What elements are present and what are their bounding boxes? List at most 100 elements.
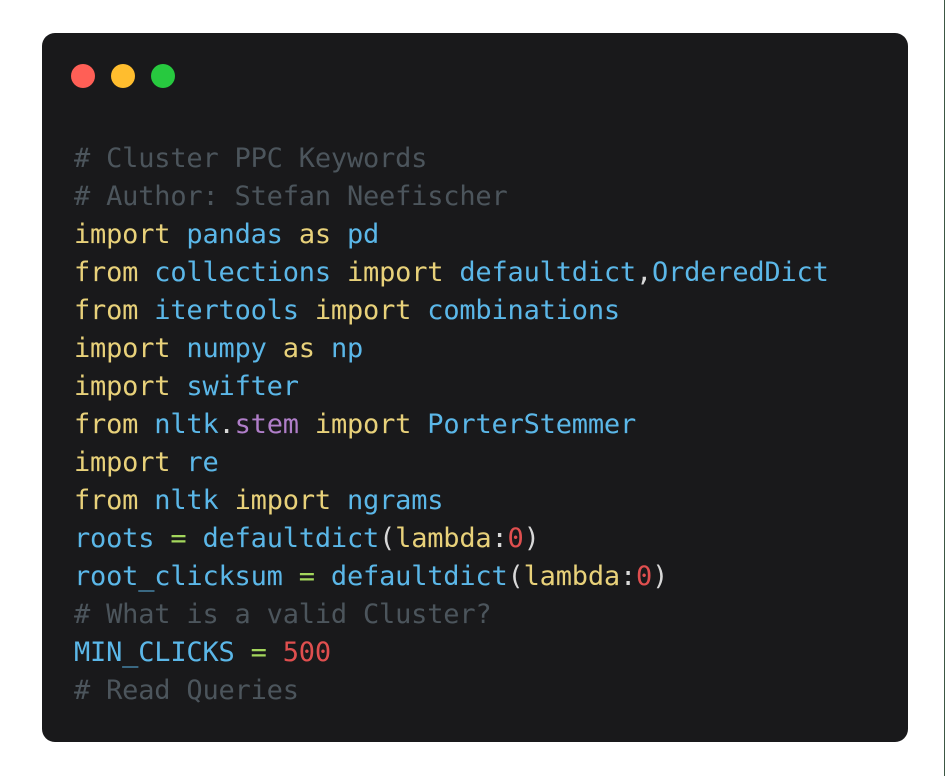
code-token-mod: OrderedDict bbox=[652, 257, 829, 288]
code-token-pun bbox=[331, 485, 347, 516]
code-token-kw: from bbox=[74, 295, 139, 326]
code-token-pun bbox=[331, 219, 347, 250]
code-token-op: = bbox=[170, 523, 187, 554]
code-token-mod: numpy bbox=[186, 333, 267, 364]
code-token-kw: as bbox=[282, 333, 315, 364]
code-token-num: 0 bbox=[636, 561, 653, 592]
code-token-kw: lambda bbox=[523, 561, 621, 592]
code-token-kw: import bbox=[234, 485, 332, 516]
code-token-pun bbox=[299, 295, 315, 326]
code-line: from nltk.stem import PorterStemmer bbox=[74, 406, 900, 444]
code-token-kw: from bbox=[74, 485, 139, 516]
close-window-dot[interactable] bbox=[71, 64, 95, 88]
code-snippet-card: # Cluster PPC Keywords # Author: Stefan N… bbox=[42, 33, 908, 742]
right-edge-rule bbox=[944, 0, 945, 776]
code-token-pun bbox=[138, 257, 154, 288]
code-token-pun: ) bbox=[523, 523, 540, 554]
code-token-kw: import bbox=[314, 409, 412, 440]
code-token-op: = bbox=[298, 561, 315, 592]
code-token-mod: re bbox=[186, 447, 219, 478]
code-token-com: # Read Queries bbox=[74, 675, 299, 706]
code-token-mod: collections bbox=[154, 257, 331, 288]
code-token-pun bbox=[170, 219, 186, 250]
code-line: roots = defaultdict(lambda:0) bbox=[74, 520, 900, 558]
code-token-kw: from bbox=[74, 257, 139, 288]
code-line: MIN_CLICKS = 500 bbox=[74, 634, 900, 672]
code-token-pun: ( bbox=[379, 523, 396, 554]
code-line: import pandas as pd bbox=[74, 216, 900, 254]
code-line: from nltk import ngrams bbox=[74, 482, 900, 520]
code-token-com: # Author: Stefan Neefischer bbox=[74, 181, 508, 212]
code-token-pun bbox=[170, 447, 186, 478]
code-token-pun bbox=[138, 409, 154, 440]
code-token-mod: np bbox=[330, 333, 364, 364]
code-token-kw: import bbox=[74, 447, 171, 478]
code-line: from itertools import combinations bbox=[74, 292, 900, 330]
code-token-num: 500 bbox=[282, 637, 331, 668]
code-token-pun bbox=[154, 523, 170, 554]
code-token-num: 0 bbox=[507, 523, 524, 554]
code-token-pun bbox=[170, 371, 186, 402]
code-token-pun bbox=[283, 219, 299, 250]
code-line: # Cluster PPC Keywords bbox=[74, 140, 900, 178]
code-token-kw: import bbox=[74, 333, 171, 364]
code-token-pun: : bbox=[491, 523, 508, 554]
code-line: from collections import defaultdict,Orde… bbox=[74, 254, 900, 292]
code-token-mod: pd bbox=[347, 219, 380, 250]
code-token-pun: . bbox=[218, 409, 235, 440]
code-token-kw: lambda bbox=[395, 523, 492, 554]
code-token-com: # Cluster PPC Keywords bbox=[74, 143, 428, 174]
window-controls bbox=[71, 64, 175, 88]
code-token-pun bbox=[219, 485, 235, 516]
code-token-kw: import bbox=[346, 257, 444, 288]
code-token-pun bbox=[235, 637, 251, 668]
code-token-mod: itertools bbox=[154, 295, 299, 326]
code-token-pun bbox=[331, 257, 347, 288]
code-line: import re bbox=[74, 444, 900, 482]
code-token-kw: import bbox=[74, 219, 171, 250]
code-line: # What is a valid Cluster? bbox=[74, 596, 900, 634]
code-token-mod: nltk bbox=[154, 409, 219, 440]
code-token-pun bbox=[443, 257, 459, 288]
code-block: # Cluster PPC Keywords # Author: Stefan N… bbox=[74, 140, 900, 710]
code-token-pun bbox=[186, 523, 202, 554]
code-token-mod: PorterStemmer bbox=[427, 409, 637, 440]
code-token-mod: defaultdict bbox=[459, 257, 636, 288]
code-token-pun bbox=[315, 561, 331, 592]
minimize-window-dot[interactable] bbox=[111, 64, 135, 88]
code-token-pun bbox=[138, 295, 154, 326]
code-token-name: root_clicksum bbox=[74, 561, 283, 592]
code-token-pun bbox=[267, 637, 283, 668]
code-token-pun: ( bbox=[507, 561, 524, 592]
code-token-com: # What is a valid Cluster? bbox=[74, 599, 492, 630]
code-token-name: MIN_CLICKS bbox=[74, 637, 235, 668]
code-token-kw: import bbox=[74, 371, 171, 402]
code-line: import swifter bbox=[74, 368, 900, 406]
code-token-mod: swifter bbox=[186, 371, 299, 402]
code-token-pun bbox=[411, 295, 427, 326]
code-token-kw: as bbox=[298, 219, 331, 250]
code-token-mod: pandas bbox=[186, 219, 283, 250]
code-line: # Read Queries bbox=[74, 672, 900, 710]
code-token-pun bbox=[267, 333, 283, 364]
code-token-mod: ngrams bbox=[347, 485, 444, 516]
code-line: root_clicksum = defaultdict(lambda:0) bbox=[74, 558, 900, 596]
code-token-pun: : bbox=[619, 561, 636, 592]
code-token-name: defaultdict bbox=[202, 523, 380, 554]
code-token-mod: combinations bbox=[427, 295, 620, 326]
code-token-kw: import bbox=[314, 295, 412, 326]
code-token-pun bbox=[138, 485, 154, 516]
code-token-pun: ) bbox=[652, 561, 669, 592]
code-line: # Author: Stefan Neefischer bbox=[74, 178, 900, 216]
code-token-pun bbox=[315, 333, 331, 364]
code-token-name: defaultdict bbox=[330, 561, 508, 592]
code-token-pun bbox=[283, 561, 299, 592]
maximize-window-dot[interactable] bbox=[151, 64, 175, 88]
code-token-pun bbox=[299, 409, 315, 440]
code-line: import numpy as np bbox=[74, 330, 900, 368]
code-token-mod: nltk bbox=[154, 485, 219, 516]
code-token-kw: from bbox=[74, 409, 139, 440]
code-token-op: = bbox=[250, 637, 267, 668]
code-token-pun bbox=[411, 409, 427, 440]
code-token-attr: stem bbox=[234, 409, 299, 440]
